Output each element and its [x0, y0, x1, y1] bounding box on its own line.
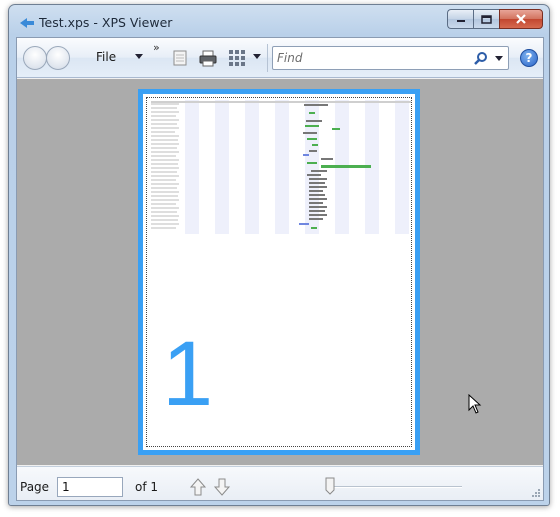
title-bar[interactable]: Test.xps - XPS Viewer	[9, 5, 549, 39]
find-options-chevron-icon[interactable]	[495, 56, 503, 61]
maximize-icon	[481, 14, 492, 24]
back-button[interactable]	[23, 46, 47, 70]
document-viewport[interactable]: 1	[17, 79, 543, 465]
document-page[interactable]: 1	[138, 89, 420, 455]
find-box[interactable]	[272, 46, 509, 70]
arrow-up-icon[interactable]	[189, 477, 207, 497]
zoom-slider-thumb[interactable]	[325, 477, 335, 495]
minimize-button[interactable]	[447, 9, 473, 29]
page-number-watermark: 1	[162, 323, 214, 425]
view-dropdown-arrow-icon[interactable]	[253, 54, 261, 59]
minimize-icon	[456, 20, 465, 22]
xps-viewer-icon	[20, 18, 34, 28]
document-icon[interactable]	[171, 49, 189, 67]
arrow-down-icon[interactable]	[213, 477, 231, 497]
xps-viewer-window: Test.xps - XPS Viewer File » Find ? 1 Pa…	[8, 4, 550, 506]
zoom-slider-track[interactable]	[327, 486, 462, 488]
gantt-thumbnail	[151, 100, 411, 234]
find-input[interactable]	[277, 50, 467, 66]
help-icon[interactable]: ?	[520, 49, 538, 67]
printer-icon[interactable]	[199, 49, 217, 67]
client-area: File » Find ? 1 Page 1 of 1	[16, 37, 544, 501]
page-label: Page	[20, 480, 50, 494]
toolbar: File » Find ?	[17, 38, 543, 78]
toolbar-overflow-chevron[interactable]: »	[153, 41, 160, 54]
file-menu[interactable]: File	[96, 50, 116, 64]
close-button[interactable]	[499, 9, 543, 29]
chevron-down-icon[interactable]	[135, 54, 143, 59]
forward-button[interactable]	[46, 46, 70, 70]
resize-grip-icon[interactable]	[530, 487, 540, 497]
caption-buttons	[447, 9, 543, 29]
grid-view-icon[interactable]	[228, 49, 246, 67]
window-title: Test.xps - XPS Viewer	[39, 15, 173, 30]
status-bar: Page 1 of 1	[17, 466, 543, 500]
search-icon[interactable]	[474, 51, 488, 65]
page-number-input[interactable]: 1	[57, 477, 123, 497]
mouse-cursor-icon	[468, 394, 482, 414]
page-count-label: of 1	[135, 480, 159, 494]
toolbar-separator	[267, 44, 268, 72]
close-icon	[516, 14, 526, 24]
maximize-button[interactable]	[473, 9, 499, 29]
page-content: 1	[146, 97, 412, 447]
